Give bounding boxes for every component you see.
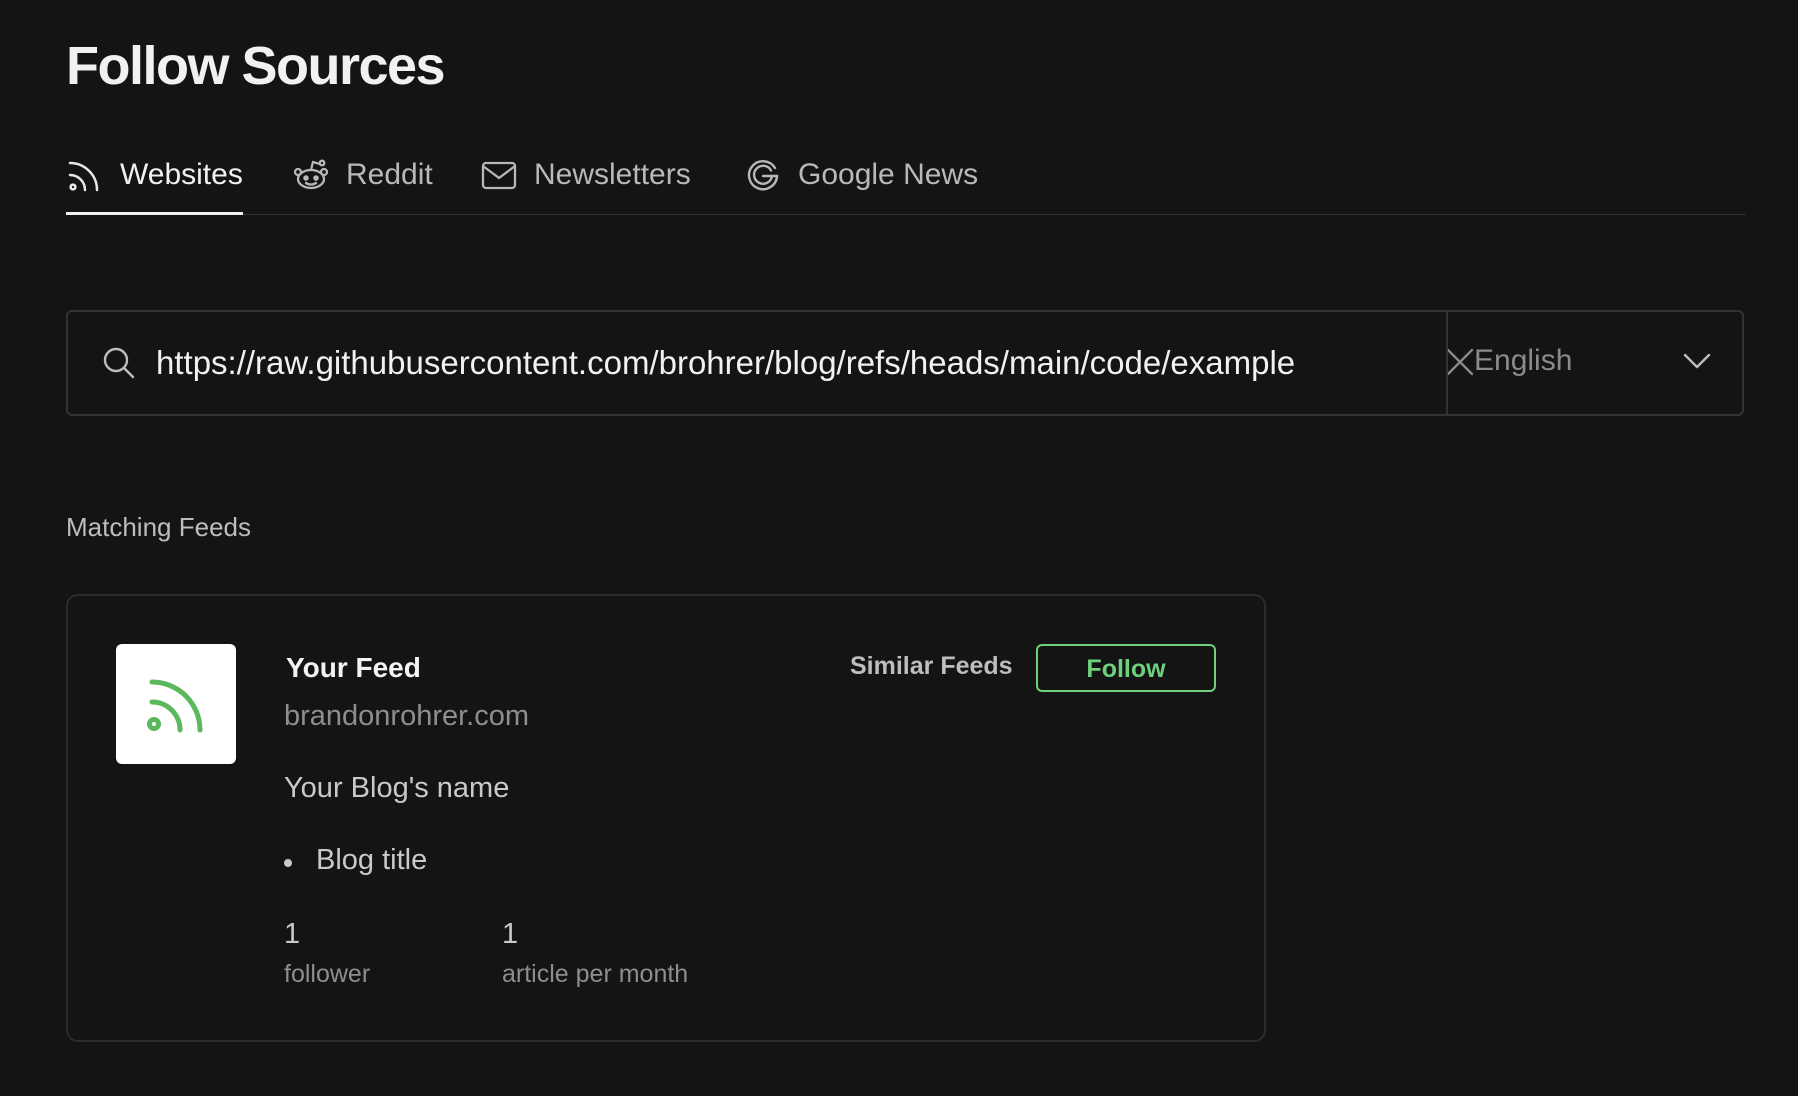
articles-count: 1 xyxy=(502,918,519,950)
feed-article-list: Blog title xyxy=(284,844,427,877)
tab-websites[interactable]: Websites xyxy=(66,156,243,215)
articles-stat: 1 article per month xyxy=(502,916,688,989)
feed-card[interactable]: Your Feed brandonrohrer.com Your Blog's … xyxy=(66,594,1266,1042)
rss-icon xyxy=(147,679,203,733)
search-icon xyxy=(102,346,136,380)
reddit-icon xyxy=(292,156,330,194)
search-input[interactable] xyxy=(156,332,1410,394)
google-icon xyxy=(744,156,782,194)
rss-icon xyxy=(66,156,104,194)
feed-domain: brandonrohrer.com xyxy=(284,700,530,732)
list-item: Blog title xyxy=(284,844,427,877)
tab-websites-label: Websites xyxy=(120,158,243,191)
followers-label: follower xyxy=(284,960,371,988)
feed-name[interactable]: Your Feed xyxy=(286,652,421,684)
page-title: Follow Sources xyxy=(66,36,446,96)
chevron-down-icon xyxy=(1682,350,1712,372)
tab-google-news[interactable]: Google News xyxy=(744,156,978,214)
tab-reddit-label: Reddit xyxy=(346,158,433,191)
followers-count: 1 xyxy=(284,918,301,950)
articles-label: article per month xyxy=(502,960,689,988)
followers-stat: 1 follower xyxy=(284,916,370,989)
section-label-matching-feeds: Matching Feeds xyxy=(66,512,251,542)
source-tabs: Websites Reddit Newsletters Google News xyxy=(66,156,1746,215)
tab-google-news-label: Google News xyxy=(798,158,979,191)
bullet-icon xyxy=(284,859,292,867)
feed-logo xyxy=(116,644,236,764)
tab-newsletters[interactable]: Newsletters xyxy=(480,156,691,214)
article-title: Blog title xyxy=(316,844,428,876)
tab-newsletters-label: Newsletters xyxy=(534,158,691,191)
similar-feeds-button[interactable]: Similar Feeds xyxy=(850,652,1013,681)
language-label: English xyxy=(1474,344,1573,377)
search-bar: English xyxy=(66,310,1744,416)
follow-button[interactable]: Follow xyxy=(1036,644,1216,692)
language-select[interactable]: English xyxy=(1446,312,1744,414)
tab-reddit[interactable]: Reddit xyxy=(292,156,433,214)
mail-icon xyxy=(480,156,518,194)
follow-sources-page: Follow Sources Websites Reddit Newslette… xyxy=(0,0,1798,1096)
feed-description: Your Blog's name xyxy=(284,772,510,804)
